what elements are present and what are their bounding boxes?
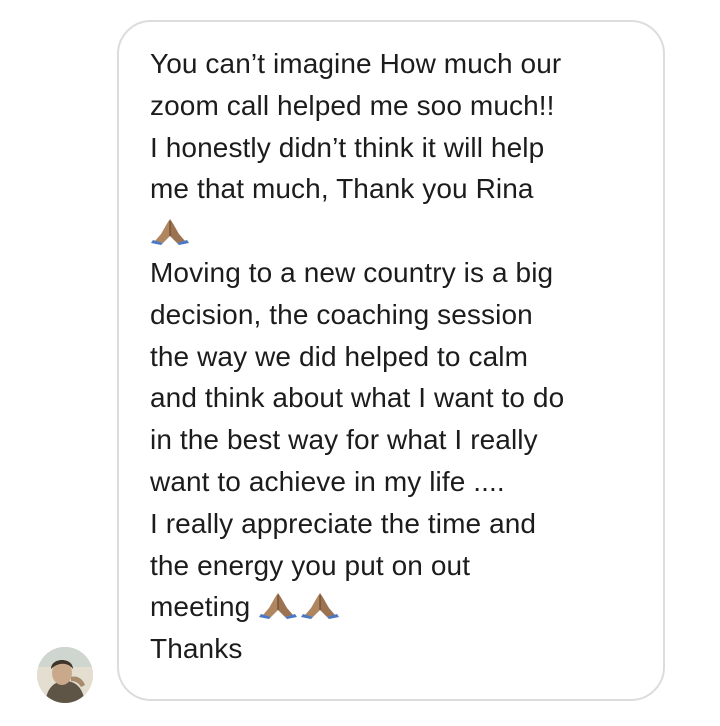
folded-hands-emoji-icon [300, 591, 340, 620]
message-text: meeting [150, 591, 251, 623]
message-line: want to achieve in my life .... [150, 465, 505, 497]
message-line: and think about what I want to do [150, 382, 565, 414]
message-line: Moving to a new country is a big [150, 256, 554, 288]
message-line: the way we did helped to calm [150, 340, 529, 372]
message-line: the energy you put on out [150, 549, 471, 581]
message-line: in the best way for what I really [150, 424, 538, 456]
message-bubble[interactable]: You can’t imagine How much our zoom call… [117, 20, 665, 701]
message-line: I really appreciate the time and [150, 507, 537, 539]
message-line: Thanks [150, 633, 243, 665]
chat-thread: You can’t imagine How much our zoom call… [0, 0, 720, 726]
folded-hands-emoji-icon [258, 591, 298, 620]
message-line: zoom call helped me soo much!! [150, 89, 555, 121]
message-line: I honestly didn’t think it will help [150, 131, 545, 163]
message-line-with-emoji: meeting [150, 586, 637, 628]
message-line: me that much, Thank you Rina [150, 173, 534, 205]
emoji-line [150, 210, 637, 252]
sender-avatar[interactable] [37, 647, 93, 703]
message-line: decision, the coaching session [150, 298, 533, 330]
folded-hands-emoji-icon [150, 217, 190, 246]
message-line: You can’t imagine How much our [150, 48, 562, 79]
